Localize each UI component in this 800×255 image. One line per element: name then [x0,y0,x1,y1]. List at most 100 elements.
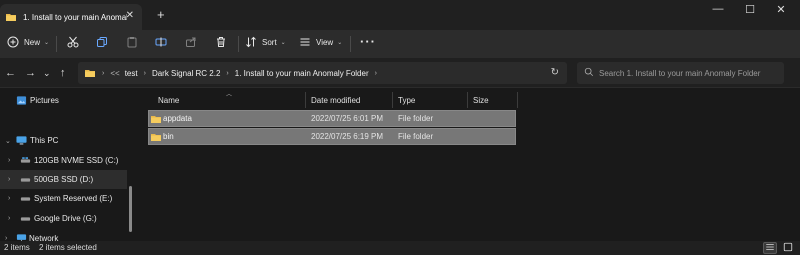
chevron-down-icon: ⌄ [44,39,50,46]
column-header-size[interactable]: Size [473,92,489,108]
divider [56,36,57,52]
search-icon [584,67,594,79]
more-options-button[interactable]: ··· [360,34,376,49]
column-divider[interactable] [467,92,468,108]
chevron-right-icon[interactable]: › [375,70,377,77]
details-view-button[interactable] [763,242,777,254]
breadcrumb-item[interactable]: 1. Install to your main Anomaly Folder [235,69,369,78]
sidebar-item-drive-e[interactable]: › System Reserved (E:) [0,189,127,208]
close-tab-icon[interactable]: ✕ [126,10,134,21]
sort-ascending-icon: ︿ [226,92,233,98]
column-divider[interactable] [392,92,393,108]
sidebar-item-label: System Reserved (E:) [34,194,113,203]
minimize-icon[interactable]: — [708,3,728,15]
sidebar-item-label: Pictures [30,96,59,105]
chevron-right-icon[interactable]: › [8,215,10,222]
view-label: View [316,37,334,47]
sidebar-item-this-pc[interactable]: ⌄ This PC [0,131,127,150]
table-row[interactable]: bin 2022/07/25 6:19 PM File folder [148,128,516,145]
folder-icon [84,67,96,79]
breadcrumb-overflow[interactable]: << [110,69,119,78]
column-header-type[interactable]: Type [398,92,415,108]
chevron-right-icon[interactable]: › [8,157,10,164]
sidebar-item-drive-g[interactable]: › Google Drive (G:) [0,209,127,228]
address-row: ← → ⌄ ↑ › << test › Dark Signal RC 2.2 ›… [0,58,800,88]
cut-button[interactable] [67,36,79,48]
copy-icon [96,36,108,48]
refresh-icon[interactable]: ↻ [551,67,559,78]
chevron-right-icon[interactable]: › [144,70,146,77]
sidebar-item-label: 120GB NVME SSD (C:) [34,156,119,165]
status-bar: 2 items 2 items selected [0,241,800,255]
sidebar-item-pictures[interactable]: Pictures [0,91,127,110]
drive-icon [20,194,31,206]
new-button[interactable]: New ⌄ [7,36,49,48]
close-window-icon[interactable]: ✕ [771,3,791,16]
column-header-name[interactable]: Name [158,92,179,108]
pictures-icon [16,95,27,108]
file-type: File folder [398,114,434,123]
details-view-icon [765,242,775,254]
new-tab-icon[interactable]: + [157,7,165,22]
drive-icon [20,175,31,187]
chevron-right-icon[interactable]: › [8,195,10,202]
back-icon[interactable]: ← [5,67,16,79]
file-name: bin [163,132,174,141]
trash-icon [215,36,227,48]
maximize-icon[interactable]: ☐ [740,3,760,16]
sidebar-item-drive-c[interactable]: › 120GB NVME SSD (C:) [0,151,127,170]
drive-c-icon [20,156,31,168]
chevron-right-icon[interactable]: › [226,70,228,77]
breadcrumb-item[interactable]: test [125,69,138,78]
navigation-pane: Pictures ⌄ This PC › 120GB NVME SSD (C:)… [0,89,133,244]
sidebar-item-label: 500GB SSD (D:) [34,175,94,184]
share-button[interactable] [185,36,197,48]
chevron-right-icon[interactable]: › [8,176,10,183]
view-button[interactable]: View ⌄ [299,36,342,48]
column-divider[interactable] [517,92,518,108]
file-date-modified: 2022/07/25 6:19 PM [311,132,384,141]
breadcrumb-item[interactable]: Dark Signal RC 2.2 [152,69,220,78]
search-box[interactable] [577,62,784,84]
rename-button[interactable] [155,36,167,48]
chevron-right-icon: › [102,69,105,77]
sort-button[interactable]: Sort ⌄ [245,36,286,48]
divider [238,36,239,52]
folder-icon [150,131,162,145]
file-date-modified: 2022/07/25 6:01 PM [311,114,384,123]
chevron-down-icon[interactable]: ⌄ [5,137,11,145]
table-row[interactable]: appdata 2022/07/25 6:01 PM File folder [148,110,516,127]
recent-locations-icon[interactable]: ⌄ [43,68,51,79]
tab-title: 1. Install to your main Anomaly Folder [23,12,127,22]
forward-icon[interactable]: → [25,67,36,79]
title-bar: 1. Install to your main Anomaly Folder ✕… [0,0,800,30]
column-divider[interactable] [305,92,306,108]
cut-icon [67,36,79,48]
up-icon[interactable]: ↑ [60,67,66,79]
file-name: appdata [163,114,192,123]
delete-button[interactable] [215,36,227,48]
folder-icon [5,11,17,23]
tiles-view-button[interactable] [781,242,795,254]
sidebar-item-label: Google Drive (G:) [34,214,97,223]
tab-current-folder[interactable]: 1. Install to your main Anomaly Folder ✕ [0,4,142,30]
sort-icon [245,36,257,48]
column-header-date-modified[interactable]: Date modified [311,92,360,108]
chevron-down-icon: ⌄ [280,39,286,46]
paste-icon [126,36,138,48]
new-label: New [24,37,41,47]
view-icon [299,36,311,48]
file-type: File folder [398,132,434,141]
sidebar-scrollbar[interactable] [129,186,132,232]
pc-icon [16,135,27,148]
share-icon [185,36,197,48]
search-input[interactable] [599,64,779,82]
address-bar[interactable]: › << test › Dark Signal RC 2.2 › 1. Inst… [78,62,567,84]
selection-count: 2 items selected [39,243,97,252]
copy-button[interactable] [96,36,108,48]
paste-button[interactable] [126,36,138,48]
sidebar-item-drive-d[interactable]: › 500GB SSD (D:) [0,170,127,189]
item-count: 2 items [4,243,30,252]
drive-icon [20,214,31,226]
tiles-view-icon [783,242,793,254]
